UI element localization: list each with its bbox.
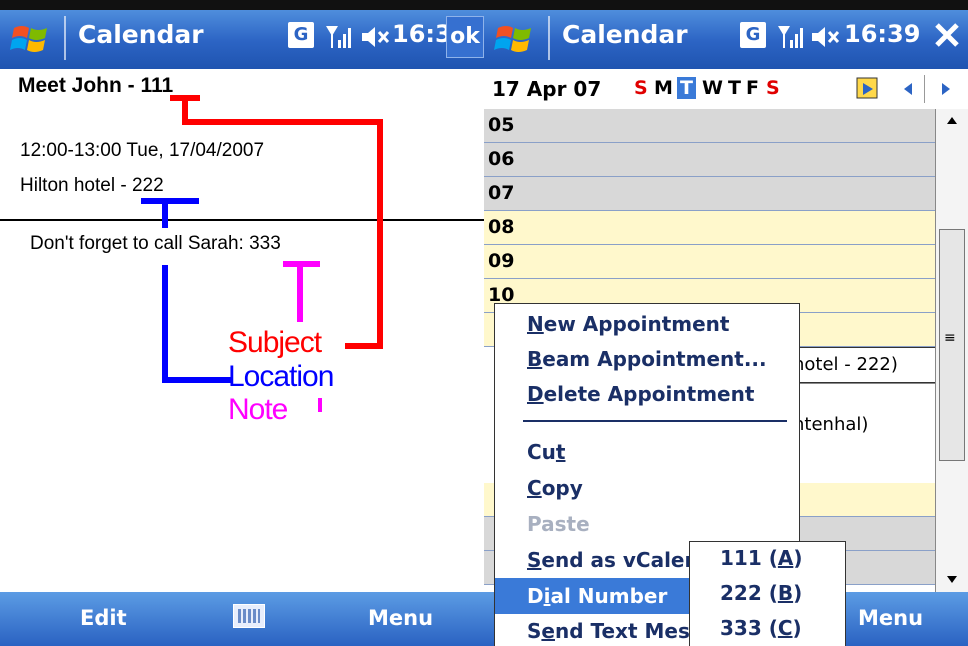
hour-row[interactable]: 05 [484,109,936,143]
menu-item-dial-number[interactable]: Dial Number [527,584,667,608]
menu-softkey[interactable]: Menu [368,606,433,630]
menu-item-copy[interactable]: Copy [527,476,583,500]
gprs-icon[interactable]: G [740,22,766,48]
grip-icon: ≡ [944,330,956,346]
speaker-muted-icon[interactable] [810,24,840,50]
next-arrow-icon[interactable] [940,81,952,97]
menu-item-new-appointment[interactable]: New Appointment [527,312,729,336]
scrollbar-thumb[interactable]: ≡ [939,229,965,461]
current-date[interactable]: 17 Apr 07 [492,77,601,101]
day-mon[interactable]: M [654,77,673,99]
date-bar: 17 Apr 07 S M T W T F S [484,69,968,109]
appointment-text: ntenhal) [793,414,869,435]
keyboard-icon[interactable] [233,604,265,628]
arrow-separator [924,75,925,103]
dial-option-a[interactable]: 111 (A) [720,546,802,570]
day-sun[interactable]: S [634,77,648,99]
prev-arrow-icon[interactable] [902,81,914,97]
day-sat[interactable]: S [766,77,780,99]
scroll-up-icon[interactable] [946,115,958,125]
appointment-text: hotel - 222) [793,354,898,375]
subject-annotation: Subject [228,326,322,359]
dial-option-b[interactable]: 222 (B) [720,581,802,605]
hour-row[interactable]: 07 [484,177,936,211]
hour-row[interactable]: 06 [484,143,936,177]
appointment-block[interactable]: ntenhal) [784,383,936,485]
annotation-lines [141,95,383,412]
menu-item-delete-appointment[interactable]: Delete Appointment [527,382,754,406]
menu-item-send-vcalendar[interactable]: Send as vCaler [527,548,694,572]
clock[interactable]: 16:39 [844,20,920,48]
close-icon[interactable] [934,22,960,48]
app-title: Calendar [562,20,688,49]
right-screen: Calendar G 16:39 17 Apr 07 S M T W T F S [484,0,968,646]
signal-icon[interactable] [776,22,810,52]
menu-item-beam-appointment[interactable]: Beam Appointment... [527,347,767,371]
softkey-bar: Edit Menu [0,592,484,646]
scroll-down-icon[interactable] [946,575,958,585]
left-screen: Calendar G 16:39 ok Meet John - 111 12:0… [0,0,484,646]
go-to-today-icon[interactable] [854,75,882,103]
top-border [484,0,968,10]
windows-start-icon[interactable] [494,18,536,58]
menu-separator [523,420,787,422]
dial-number-submenu: 111 (A) 222 (B) 333 (C) [689,541,846,646]
menu-item-cut[interactable]: Cut [527,440,565,464]
title-bar: Calendar G 16:39 [484,0,968,69]
note-annotation: Note [228,393,288,426]
day-tue[interactable]: T [677,77,696,99]
day-thu[interactable]: T [728,77,741,99]
hour-row[interactable]: 09 [484,245,936,279]
menu-item-send-text-message[interactable]: Send Text Mes [527,619,690,643]
hour-row[interactable]: 08 [484,211,936,245]
vertical-scrollbar[interactable]: ≡ [935,109,968,592]
appointment-block[interactable]: hotel - 222) [784,347,936,383]
edit-softkey[interactable]: Edit [80,606,127,630]
dial-option-c[interactable]: 333 (C) [720,616,802,640]
day-wed[interactable]: W [702,77,723,99]
title-separator [548,16,550,60]
day-fri[interactable]: F [746,77,759,99]
menu-item-paste: Paste [527,512,590,536]
location-annotation: Location [228,360,334,393]
menu-softkey[interactable]: Menu [858,606,923,630]
